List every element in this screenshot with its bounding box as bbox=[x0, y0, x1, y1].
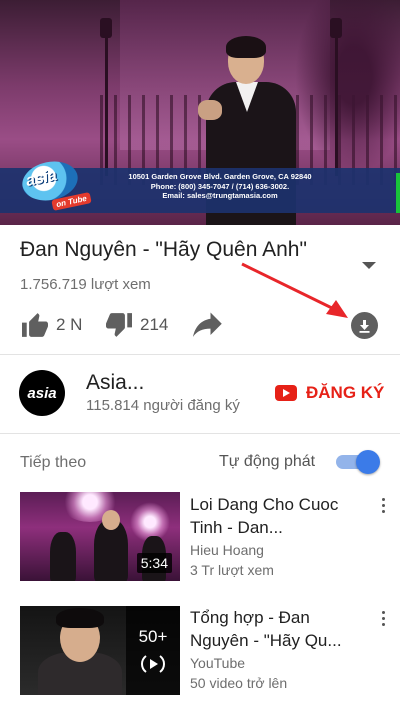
subscriber-count: 115.814 người đăng ký bbox=[86, 397, 240, 414]
video-item-channel: Hieu Hoang bbox=[190, 542, 264, 558]
channel-avatar[interactable]: asia bbox=[19, 370, 65, 416]
like-button[interactable]: 2 N bbox=[20, 310, 82, 340]
annotation-arrow bbox=[241, 262, 348, 318]
subscribe-label: ĐĂNG KÝ bbox=[306, 383, 385, 402]
dislike-count: 214 bbox=[140, 315, 169, 334]
up-next-heading: Tiếp theo bbox=[20, 454, 87, 471]
video-item-channel: YouTube bbox=[190, 655, 246, 671]
asia-logo: asia on Tube bbox=[18, 156, 100, 216]
video-player[interactable]: 10501 Garden Grove Blvd. Garden Grove, C… bbox=[0, 0, 400, 225]
banner-text: 10501 Garden Grove Blvd. Garden Grove, C… bbox=[128, 172, 312, 200]
video-item-views: 3 Tr lượt xem bbox=[190, 562, 274, 578]
street-lamp bbox=[100, 18, 112, 178]
playlist-play-icon bbox=[141, 654, 165, 673]
channel-name[interactable]: Asia... bbox=[86, 371, 144, 395]
download-button[interactable] bbox=[351, 312, 378, 339]
view-count: 1.756.719 lượt xem bbox=[20, 276, 151, 293]
youtube-play-icon bbox=[275, 385, 297, 401]
thumbs-down-icon bbox=[106, 313, 132, 337]
video-item-meta: 50 video trở lên bbox=[190, 675, 288, 691]
share-arrow-icon bbox=[193, 312, 222, 337]
chevron-down-icon[interactable] bbox=[362, 262, 376, 269]
divider bbox=[0, 354, 400, 355]
thumbs-up-icon bbox=[22, 313, 48, 337]
video-title: Đan Nguyên - "Hãy Quên Anh" bbox=[20, 238, 307, 261]
dislike-button[interactable]: 214 bbox=[104, 310, 168, 340]
player-edge-marker bbox=[396, 173, 400, 213]
share-button[interactable] bbox=[193, 310, 223, 340]
more-vertical-icon[interactable] bbox=[380, 498, 386, 516]
autoplay-toggle[interactable] bbox=[336, 450, 380, 474]
street-lamp bbox=[330, 18, 342, 178]
playlist-count: 50+ bbox=[138, 626, 168, 646]
like-count: 2 N bbox=[56, 315, 83, 334]
video-item-title[interactable]: Tổng hợp - Đan Nguyên - "Hãy Qu... bbox=[190, 606, 368, 652]
download-icon bbox=[359, 320, 370, 333]
video-item-title[interactable]: Loi Dang Cho Cuoc Tinh - Dan... bbox=[190, 493, 368, 539]
autoplay-label: Tự động phát bbox=[219, 453, 316, 470]
more-vertical-icon[interactable] bbox=[380, 611, 386, 629]
playlist-thumbnail[interactable]: 50+ bbox=[20, 606, 180, 695]
playlist-overlay: 50+ bbox=[126, 606, 180, 695]
video-duration: 5:34 bbox=[136, 553, 172, 573]
video-thumbnail[interactable]: 5:34 bbox=[20, 492, 180, 581]
subscribe-button[interactable]: ĐĂNG KÝ bbox=[275, 381, 384, 405]
divider bbox=[0, 433, 400, 434]
